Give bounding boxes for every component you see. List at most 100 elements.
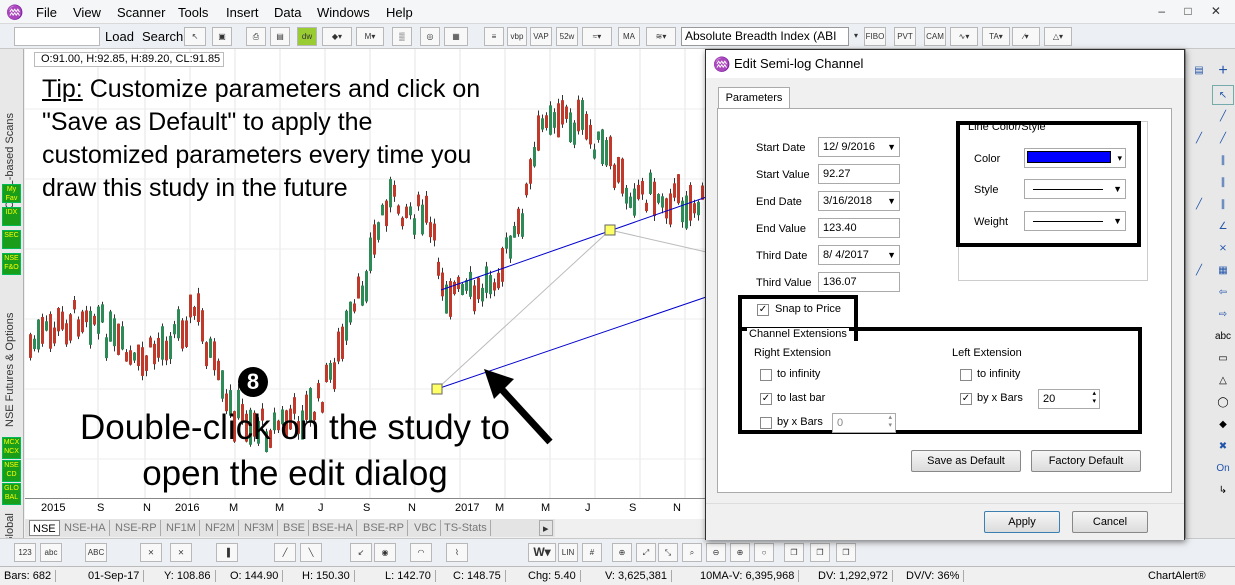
clipboard-icon[interactable]: ❐ — [836, 543, 856, 562]
hilo-icon[interactable]: 52w — [556, 27, 578, 46]
tab-scroll-right-icon[interactable]: ▸ — [539, 520, 553, 536]
vwap-icon[interactable]: VAP — [530, 27, 552, 46]
search-button[interactable]: Search — [142, 29, 183, 44]
triangle-icon[interactable]: △ — [1212, 371, 1234, 391]
my-fav-tile[interactable]: My Fav — [2, 184, 21, 203]
resize-icon[interactable]: ↳ — [1212, 481, 1234, 501]
channel-upper-line[interactable] — [440, 193, 716, 291]
linear-icon[interactable]: LIN — [558, 543, 578, 562]
save-icon[interactable]: ▣ — [212, 27, 232, 46]
zoom-icon[interactable]: ⌕ — [682, 543, 702, 562]
save-as-default-button[interactable]: Save as Default — [911, 450, 1021, 472]
side-icon-4[interactable]: ╱ — [1188, 261, 1210, 281]
study-select[interactable]: Absolute Breadth Index (ABI — [681, 27, 849, 46]
tab-nf2m[interactable]: NF2M — [202, 520, 239, 536]
channel-sl-icon[interactable]: ∥ — [1212, 151, 1234, 171]
apply-button[interactable]: Apply — [984, 511, 1060, 533]
right-bars-spinner[interactable]: 0 ▴ ▾ — [832, 413, 896, 433]
idx-tile[interactable]: IDX — [2, 207, 21, 226]
bars-icon[interactable]: ▐ — [216, 543, 238, 562]
menu-tools[interactable]: Tools — [178, 5, 208, 20]
ma-icon[interactable]: MA — [618, 27, 640, 46]
roman-icon[interactable]: ABC — [85, 543, 107, 562]
line-tool-icon[interactable]: ╱ — [274, 543, 296, 562]
report-icon[interactable]: ▤ — [270, 27, 290, 46]
side-icon-2[interactable]: ╱ — [1188, 129, 1210, 149]
dropdown-icon[interactable]: ▼ — [887, 138, 896, 156]
vbp-icon[interactable]: vbp — [507, 27, 527, 46]
menu-scanner[interactable]: Scanner — [117, 5, 165, 20]
fit-icon[interactable]: ⤢ — [636, 543, 656, 562]
numbers-icon[interactable]: 123 — [14, 543, 36, 562]
color-picker[interactable]: ▾ — [1024, 148, 1126, 168]
weight-icon[interactable]: W▾ — [528, 543, 556, 562]
gann-icon[interactable]: ⨯ — [170, 543, 192, 562]
tab-vbc[interactable]: VBC — [411, 520, 441, 536]
zoom-in-icon[interactable]: ⊕ — [730, 543, 750, 562]
dropdown-icon[interactable]: ▼ — [887, 192, 896, 210]
grid-icon[interactable]: # — [582, 543, 602, 562]
snap-to-price-checkbox[interactable]: ✓ — [757, 304, 769, 316]
tab-nse-ha[interactable]: NSE-HA — [61, 520, 110, 536]
factory-default-button[interactable]: Factory Default — [1031, 450, 1141, 472]
dropdown-icon[interactable]: ▼ — [1113, 180, 1122, 198]
pitchfork-tool-icon[interactable]: ⨯ — [1212, 239, 1234, 259]
global-tile[interactable]: GLO BAL — [2, 483, 21, 505]
text-tool-icon[interactable]: abc — [1212, 327, 1234, 347]
ta-icon[interactable]: TA▾ — [982, 27, 1010, 46]
nse-futures-tab[interactable]: NSE Futures & Options — [4, 277, 16, 427]
eraser-icon[interactable]: ✖ — [1212, 437, 1234, 457]
right-x-bars-checkbox[interactable] — [760, 417, 772, 429]
crosshair-icon[interactable]: ⊕ — [612, 543, 632, 562]
layout-icon[interactable]: ▦ — [444, 27, 468, 46]
ray-icon[interactable]: ╲ — [300, 543, 322, 562]
arrow-left-icon[interactable]: ⇦ — [1212, 283, 1234, 303]
sec-tile[interactable]: SEC — [2, 230, 21, 249]
diamond-icon[interactable]: ◆ — [1212, 415, 1234, 435]
band-icon[interactable]: ≋▾ — [646, 27, 676, 46]
spinner-icon[interactable]: ▴ ▾ — [888, 414, 892, 430]
tab-nf3m[interactable]: NF3M — [241, 520, 278, 536]
trendline-sl-icon[interactable]: ╱ — [1212, 129, 1234, 149]
cam-icon[interactable]: CAM — [924, 27, 946, 46]
right-last-bar-checkbox[interactable]: ✓ — [760, 393, 772, 405]
fan-icon[interactable]: ↙ — [350, 543, 372, 562]
arrow-right-icon[interactable]: ⇨ — [1212, 305, 1234, 325]
stack-icon[interactable]: ▒ — [392, 27, 412, 46]
start-date-field[interactable]: 12/ 9/2016 ▼ — [818, 137, 900, 157]
tab-bse[interactable]: BSE — [280, 520, 310, 536]
flag-icon[interactable]: ◆▾ — [322, 27, 352, 46]
right-infinity-checkbox[interactable] — [760, 369, 772, 381]
zoom-out-icon[interactable]: ⊖ — [706, 543, 726, 562]
zigzag-icon[interactable]: ⌇ — [446, 543, 468, 562]
menu-file[interactable]: File — [36, 5, 57, 20]
left-infinity-checkbox[interactable] — [960, 369, 972, 381]
menu-windows[interactable]: Windows — [317, 5, 370, 20]
abc-icon[interactable]: abc — [40, 543, 62, 562]
channel-lower-line[interactable] — [436, 293, 716, 390]
print-icon[interactable]: ⎙ — [246, 27, 266, 46]
mcx-tile[interactable]: MCX NCX — [2, 437, 21, 459]
menu-insert[interactable]: Insert — [226, 5, 259, 20]
trendline-icon[interactable]: ╱ — [1212, 107, 1234, 127]
auto-fibo-icon[interactable]: FIBO — [864, 27, 886, 46]
ellipse-icon[interactable]: ◯ — [1212, 393, 1234, 413]
rectangle-icon[interactable]: ▭ — [1212, 349, 1234, 369]
copy-icon[interactable]: ❐ — [784, 543, 804, 562]
tab-bse-rp[interactable]: BSE-RP — [360, 520, 408, 536]
left-bars-spinner[interactable]: 20 ▴ ▾ — [1038, 389, 1100, 409]
reset-icon[interactable]: ○ — [754, 543, 774, 562]
tab-ts-stats[interactable]: TS-Stats — [441, 520, 491, 536]
end-value-field[interactable]: 123.40 — [818, 218, 900, 238]
spinner-icon[interactable]: ▴ ▾ — [1092, 390, 1096, 406]
cursor-icon[interactable]: ↖ — [184, 27, 206, 46]
channel-icon[interactable]: ∕▾ — [1012, 27, 1040, 46]
study-dropdown-icon[interactable]: ▾ — [851, 27, 861, 46]
grid-tool-icon[interactable]: ▦ — [1212, 261, 1234, 281]
tab-nse[interactable]: NSE — [29, 520, 60, 536]
wave-icon[interactable]: ∿▾ — [950, 27, 978, 46]
side-icon-1[interactable]: ▤ — [1188, 61, 1210, 81]
channel-anchor-handle[interactable] — [604, 224, 616, 236]
side-icon-3[interactable]: ╱ — [1188, 195, 1210, 215]
pattern-icon[interactable]: △▾ — [1044, 27, 1072, 46]
